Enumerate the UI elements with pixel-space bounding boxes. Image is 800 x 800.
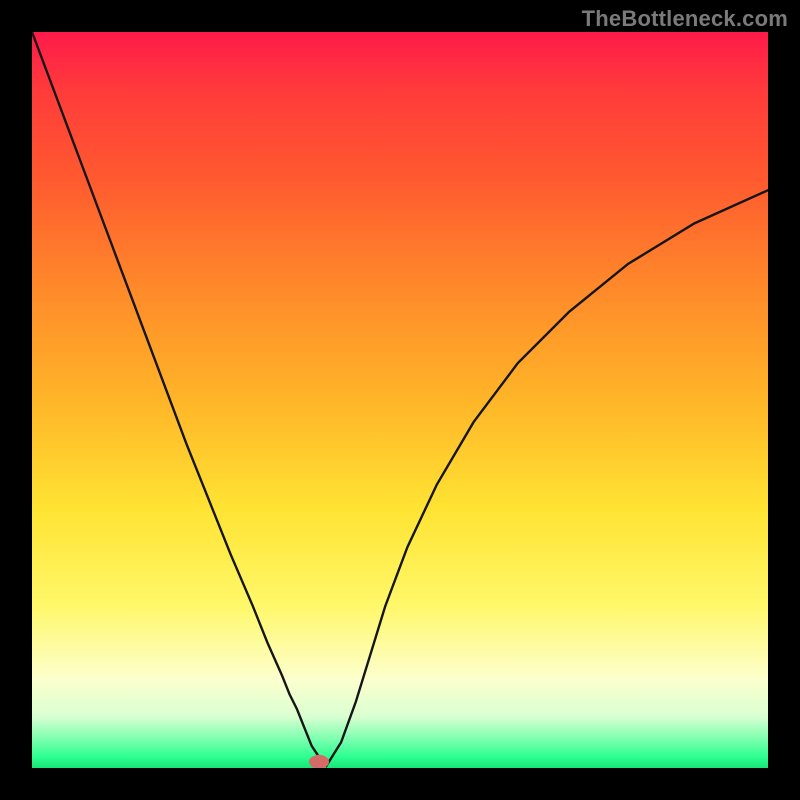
- minimum-marker-icon: [309, 755, 329, 768]
- chart-frame: TheBottleneck.com: [0, 0, 800, 800]
- watermark-text: TheBottleneck.com: [582, 6, 788, 32]
- chart-svg: [32, 32, 768, 768]
- chart-plot-area: [32, 32, 768, 768]
- bottleneck-curve-line: [32, 32, 768, 766]
